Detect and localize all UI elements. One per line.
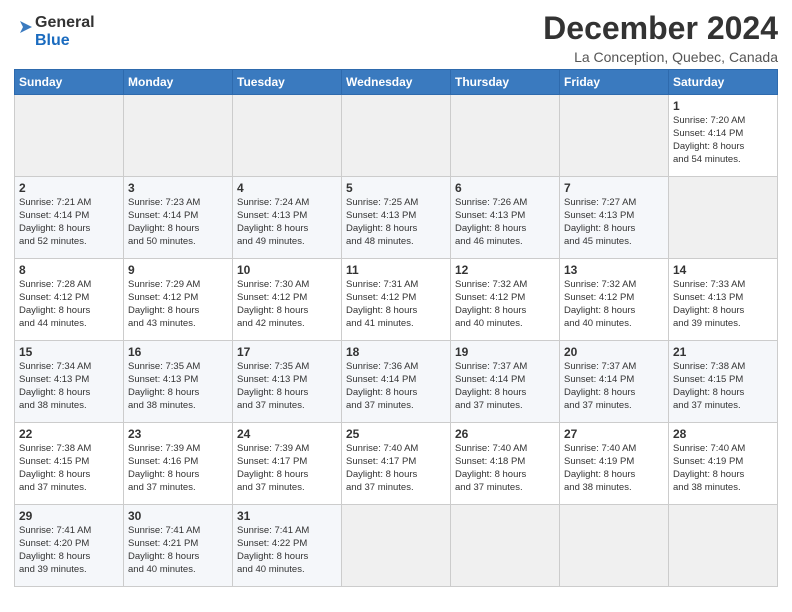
day-number: 1 xyxy=(673,98,773,114)
calendar-cell: 19Sunrise: 7:37 AMSunset: 4:14 PMDayligh… xyxy=(451,341,560,423)
calendar-cell: 22Sunrise: 7:38 AMSunset: 4:15 PMDayligh… xyxy=(15,423,124,505)
calendar-week-2: 2Sunrise: 7:21 AMSunset: 4:14 PMDaylight… xyxy=(15,177,778,259)
day-number: 5 xyxy=(346,180,446,196)
day-number: 18 xyxy=(346,344,446,360)
calendar-cell: 1Sunrise: 7:20 AMSunset: 4:14 PMDaylight… xyxy=(669,95,778,177)
calendar-week-1: 1Sunrise: 7:20 AMSunset: 4:14 PMDaylight… xyxy=(15,95,778,177)
day-number: 10 xyxy=(237,262,337,278)
day-number: 20 xyxy=(564,344,664,360)
calendar-cell: 21Sunrise: 7:38 AMSunset: 4:15 PMDayligh… xyxy=(669,341,778,423)
page-container: General Blue December 2024 La Conception… xyxy=(0,0,792,593)
calendar-cell: 2Sunrise: 7:21 AMSunset: 4:14 PMDaylight… xyxy=(15,177,124,259)
month-title: December 2024 xyxy=(543,10,778,47)
calendar-cell: 11Sunrise: 7:31 AMSunset: 4:12 PMDayligh… xyxy=(342,259,451,341)
day-number: 14 xyxy=(673,262,773,278)
calendar-cell xyxy=(342,95,451,177)
calendar-cell: 17Sunrise: 7:35 AMSunset: 4:13 PMDayligh… xyxy=(233,341,342,423)
calendar-cell: 20Sunrise: 7:37 AMSunset: 4:14 PMDayligh… xyxy=(560,341,669,423)
header-cell-thursday: Thursday xyxy=(451,70,560,95)
calendar-cell: 16Sunrise: 7:35 AMSunset: 4:13 PMDayligh… xyxy=(124,341,233,423)
day-number: 19 xyxy=(455,344,555,360)
day-number: 12 xyxy=(455,262,555,278)
calendar-table: SundayMondayTuesdayWednesdayThursdayFrid… xyxy=(14,69,778,587)
calendar-cell xyxy=(669,177,778,259)
calendar-week-4: 15Sunrise: 7:34 AMSunset: 4:13 PMDayligh… xyxy=(15,341,778,423)
calendar-cell xyxy=(451,95,560,177)
day-number: 22 xyxy=(19,426,119,442)
day-number: 24 xyxy=(237,426,337,442)
day-number: 27 xyxy=(564,426,664,442)
calendar-cell: 14Sunrise: 7:33 AMSunset: 4:13 PMDayligh… xyxy=(669,259,778,341)
calendar-cell xyxy=(124,95,233,177)
calendar-week-6: 29Sunrise: 7:41 AMSunset: 4:20 PMDayligh… xyxy=(15,505,778,587)
calendar-cell: 23Sunrise: 7:39 AMSunset: 4:16 PMDayligh… xyxy=(124,423,233,505)
day-number: 4 xyxy=(237,180,337,196)
calendar-cell xyxy=(560,95,669,177)
calendar-cell: 31Sunrise: 7:41 AMSunset: 4:22 PMDayligh… xyxy=(233,505,342,587)
calendar-cell: 10Sunrise: 7:30 AMSunset: 4:12 PMDayligh… xyxy=(233,259,342,341)
calendar-cell: 8Sunrise: 7:28 AMSunset: 4:12 PMDaylight… xyxy=(15,259,124,341)
calendar-cell: 26Sunrise: 7:40 AMSunset: 4:18 PMDayligh… xyxy=(451,423,560,505)
calendar-cell: 27Sunrise: 7:40 AMSunset: 4:19 PMDayligh… xyxy=(560,423,669,505)
header-cell-wednesday: Wednesday xyxy=(342,70,451,95)
day-number: 16 xyxy=(128,344,228,360)
logo: General Blue xyxy=(14,14,95,49)
calendar-cell xyxy=(233,95,342,177)
logo-general: General xyxy=(35,14,95,32)
day-number: 28 xyxy=(673,426,773,442)
title-block: December 2024 La Conception, Quebec, Can… xyxy=(543,10,778,65)
calendar-cell: 6Sunrise: 7:26 AMSunset: 4:13 PMDaylight… xyxy=(451,177,560,259)
day-number: 29 xyxy=(19,508,119,524)
day-number: 6 xyxy=(455,180,555,196)
day-number: 25 xyxy=(346,426,446,442)
calendar-cell: 9Sunrise: 7:29 AMSunset: 4:12 PMDaylight… xyxy=(124,259,233,341)
calendar-cell: 30Sunrise: 7:41 AMSunset: 4:21 PMDayligh… xyxy=(124,505,233,587)
day-number: 13 xyxy=(564,262,664,278)
header-cell-tuesday: Tuesday xyxy=(233,70,342,95)
calendar-cell: 4Sunrise: 7:24 AMSunset: 4:13 PMDaylight… xyxy=(233,177,342,259)
header-cell-sunday: Sunday xyxy=(15,70,124,95)
day-number: 30 xyxy=(128,508,228,524)
calendar-cell: 3Sunrise: 7:23 AMSunset: 4:14 PMDaylight… xyxy=(124,177,233,259)
calendar-cell: 7Sunrise: 7:27 AMSunset: 4:13 PMDaylight… xyxy=(560,177,669,259)
calendar-cell: 18Sunrise: 7:36 AMSunset: 4:14 PMDayligh… xyxy=(342,341,451,423)
header: General Blue December 2024 La Conception… xyxy=(14,10,778,65)
calendar-cell xyxy=(560,505,669,587)
calendar-cell: 13Sunrise: 7:32 AMSunset: 4:12 PMDayligh… xyxy=(560,259,669,341)
calendar-cell: 24Sunrise: 7:39 AMSunset: 4:17 PMDayligh… xyxy=(233,423,342,505)
day-number: 31 xyxy=(237,508,337,524)
calendar-cell xyxy=(451,505,560,587)
day-number: 2 xyxy=(19,180,119,196)
calendar-week-5: 22Sunrise: 7:38 AMSunset: 4:15 PMDayligh… xyxy=(15,423,778,505)
header-cell-monday: Monday xyxy=(124,70,233,95)
logo-blue: Blue xyxy=(35,32,95,50)
day-number: 7 xyxy=(564,180,664,196)
calendar-cell xyxy=(15,95,124,177)
day-number: 11 xyxy=(346,262,446,278)
header-cell-friday: Friday xyxy=(560,70,669,95)
day-number: 15 xyxy=(19,344,119,360)
day-number: 23 xyxy=(128,426,228,442)
logo-icon xyxy=(17,18,35,36)
header-row: SundayMondayTuesdayWednesdayThursdayFrid… xyxy=(15,70,778,95)
calendar-cell: 12Sunrise: 7:32 AMSunset: 4:12 PMDayligh… xyxy=(451,259,560,341)
calendar-cell: 5Sunrise: 7:25 AMSunset: 4:13 PMDaylight… xyxy=(342,177,451,259)
day-number: 21 xyxy=(673,344,773,360)
calendar-cell: 15Sunrise: 7:34 AMSunset: 4:13 PMDayligh… xyxy=(15,341,124,423)
location: La Conception, Quebec, Canada xyxy=(543,49,778,65)
calendar-cell: 28Sunrise: 7:40 AMSunset: 4:19 PMDayligh… xyxy=(669,423,778,505)
day-number: 9 xyxy=(128,262,228,278)
day-number: 26 xyxy=(455,426,555,442)
calendar-cell: 25Sunrise: 7:40 AMSunset: 4:17 PMDayligh… xyxy=(342,423,451,505)
header-cell-saturday: Saturday xyxy=(669,70,778,95)
calendar-cell: 29Sunrise: 7:41 AMSunset: 4:20 PMDayligh… xyxy=(15,505,124,587)
day-number: 17 xyxy=(237,344,337,360)
calendar-week-3: 8Sunrise: 7:28 AMSunset: 4:12 PMDaylight… xyxy=(15,259,778,341)
day-number: 3 xyxy=(128,180,228,196)
day-number: 8 xyxy=(19,262,119,278)
calendar-cell xyxy=(342,505,451,587)
calendar-cell xyxy=(669,505,778,587)
